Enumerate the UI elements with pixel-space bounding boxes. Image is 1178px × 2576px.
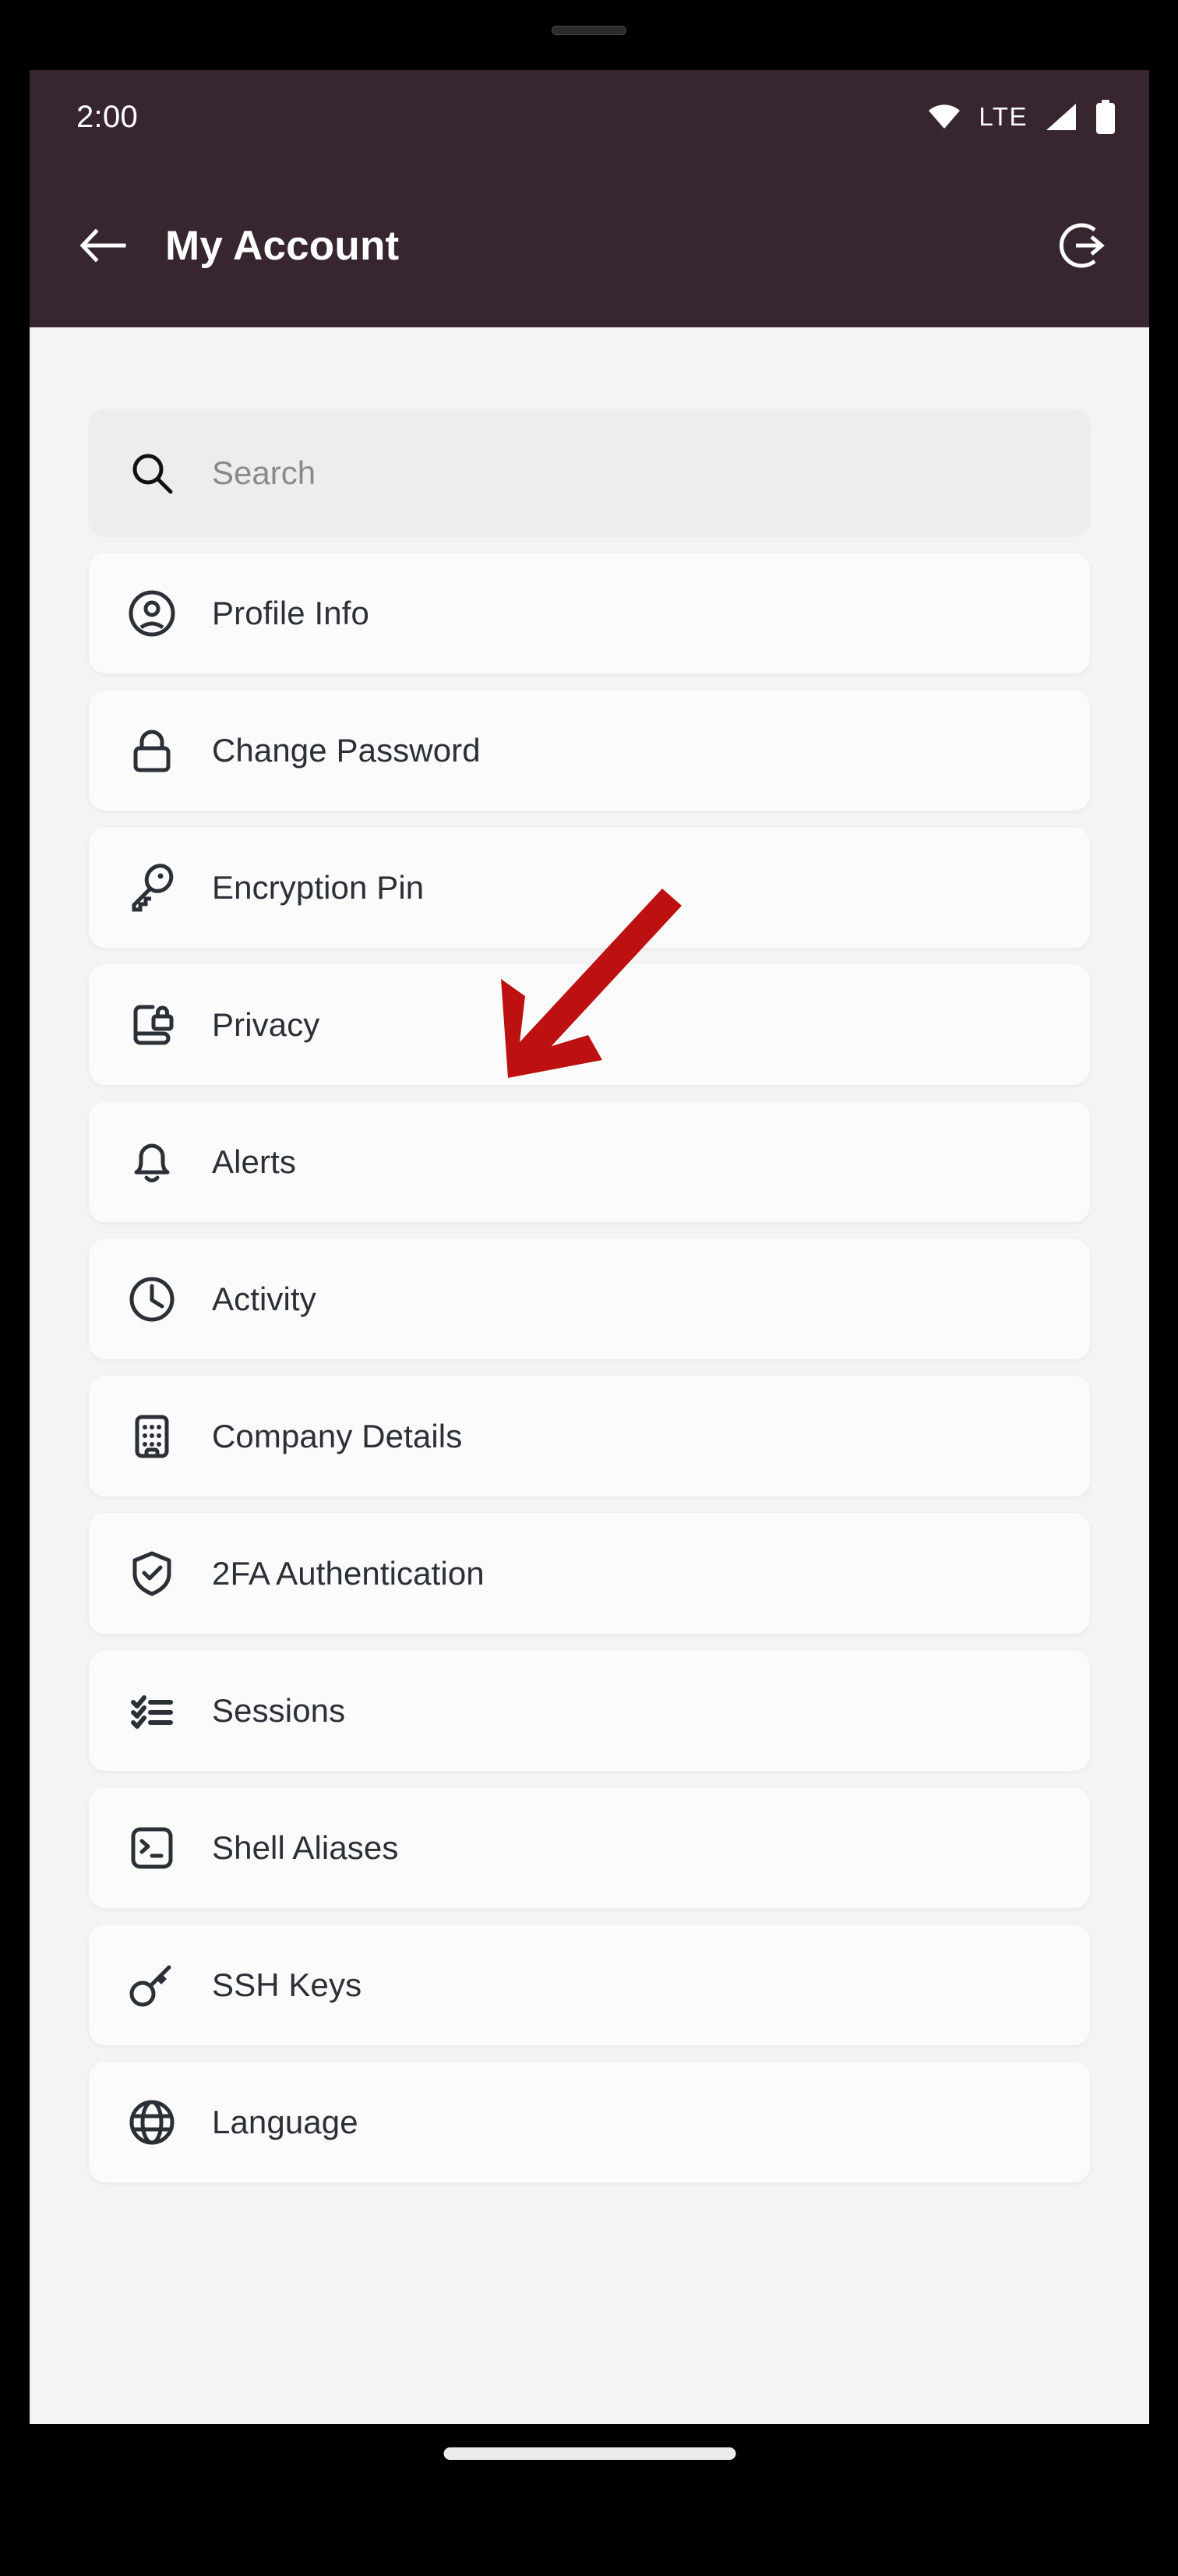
- logout-button[interactable]: [1046, 210, 1118, 281]
- wifi-icon: [929, 104, 961, 129]
- menu-item-profile-info[interactable]: Profile Info: [88, 552, 1091, 674]
- logout-icon: [1059, 223, 1105, 268]
- menu-item-encryption-pin[interactable]: Encryption Pin: [88, 826, 1091, 949]
- menu-item-shell-aliases[interactable]: Shell Aliases: [88, 1786, 1091, 1909]
- menu-item-language[interactable]: Language: [88, 2061, 1091, 2183]
- menu-item-label: Change Password: [212, 731, 481, 769]
- document-lock-icon: [126, 999, 178, 1051]
- search-icon: [126, 447, 178, 499]
- menu-item-label: Company Details: [212, 1417, 463, 1454]
- status-bar: 2:00 LTE: [30, 70, 1149, 164]
- earpiece-speaker: [552, 26, 626, 35]
- globe-icon: [126, 2097, 178, 2148]
- menu-item-change-password[interactable]: Change Password: [88, 689, 1091, 811]
- menu-item-label: Alerts: [212, 1143, 296, 1180]
- search-field[interactable]: Search: [88, 409, 1091, 537]
- menu-item-label: Language: [212, 2103, 358, 2140]
- building-icon: [126, 1411, 178, 1462]
- phone-screen: 2:00 LTE My Account Search Profile Info …: [30, 70, 1149, 2424]
- status-time: 2:00: [76, 99, 139, 134]
- menu-item-activity[interactable]: Activity: [88, 1238, 1091, 1360]
- menu-item-label: Shell Aliases: [212, 1829, 399, 1866]
- menu-item-alerts[interactable]: Alerts: [88, 1101, 1091, 1223]
- menu-item-sessions[interactable]: Sessions: [88, 1649, 1091, 1772]
- phone-frame: 2:00 LTE My Account Search Profile Info …: [0, 0, 1178, 2576]
- menu-item-label: Profile Info: [212, 594, 369, 631]
- menu-item-label: SSH Keys: [212, 1966, 362, 2003]
- battery-icon: [1096, 100, 1115, 134]
- settings-list-container[interactable]: Search Profile Info Change Password Encr…: [30, 327, 1149, 2424]
- menu-item-ssh-keys[interactable]: SSH Keys: [88, 1924, 1091, 2046]
- signal-icon: [1046, 104, 1076, 130]
- page-title: My Account: [165, 222, 400, 269]
- clock-icon: [126, 1274, 178, 1325]
- user-circle-icon: [126, 588, 178, 639]
- menu-item-label: 2FA Authentication: [212, 1554, 485, 1592]
- shield-check-icon: [126, 1548, 178, 1599]
- bell-icon: [126, 1136, 178, 1188]
- checklist-icon: [126, 1685, 178, 1737]
- menu-item-label: Encryption Pin: [212, 868, 425, 906]
- menu-item-company-details[interactable]: Company Details: [88, 1375, 1091, 1497]
- key-round-icon: [126, 1959, 178, 2011]
- menu-item-label: Privacy: [212, 1005, 320, 1043]
- home-indicator[interactable]: [443, 2447, 735, 2460]
- search-placeholder-text: Search: [212, 454, 316, 491]
- menu-item-label: Sessions: [212, 1691, 346, 1729]
- arrow-left-icon: [79, 228, 126, 263]
- key-icon: [126, 862, 178, 913]
- terminal-icon: [126, 1822, 178, 1874]
- network-type-label: LTE: [979, 102, 1028, 131]
- menu-item-privacy[interactable]: Privacy: [88, 963, 1091, 1086]
- app-bar: My Account: [30, 164, 1149, 327]
- back-button[interactable]: [67, 210, 139, 281]
- menu-item-label: Activity: [212, 1280, 316, 1317]
- menu-item-2fa-authentication[interactable]: 2FA Authentication: [88, 1512, 1091, 1634]
- lock-icon: [126, 725, 178, 776]
- status-icons-group: LTE: [927, 100, 1116, 134]
- system-gesture-area: [30, 2424, 1149, 2518]
